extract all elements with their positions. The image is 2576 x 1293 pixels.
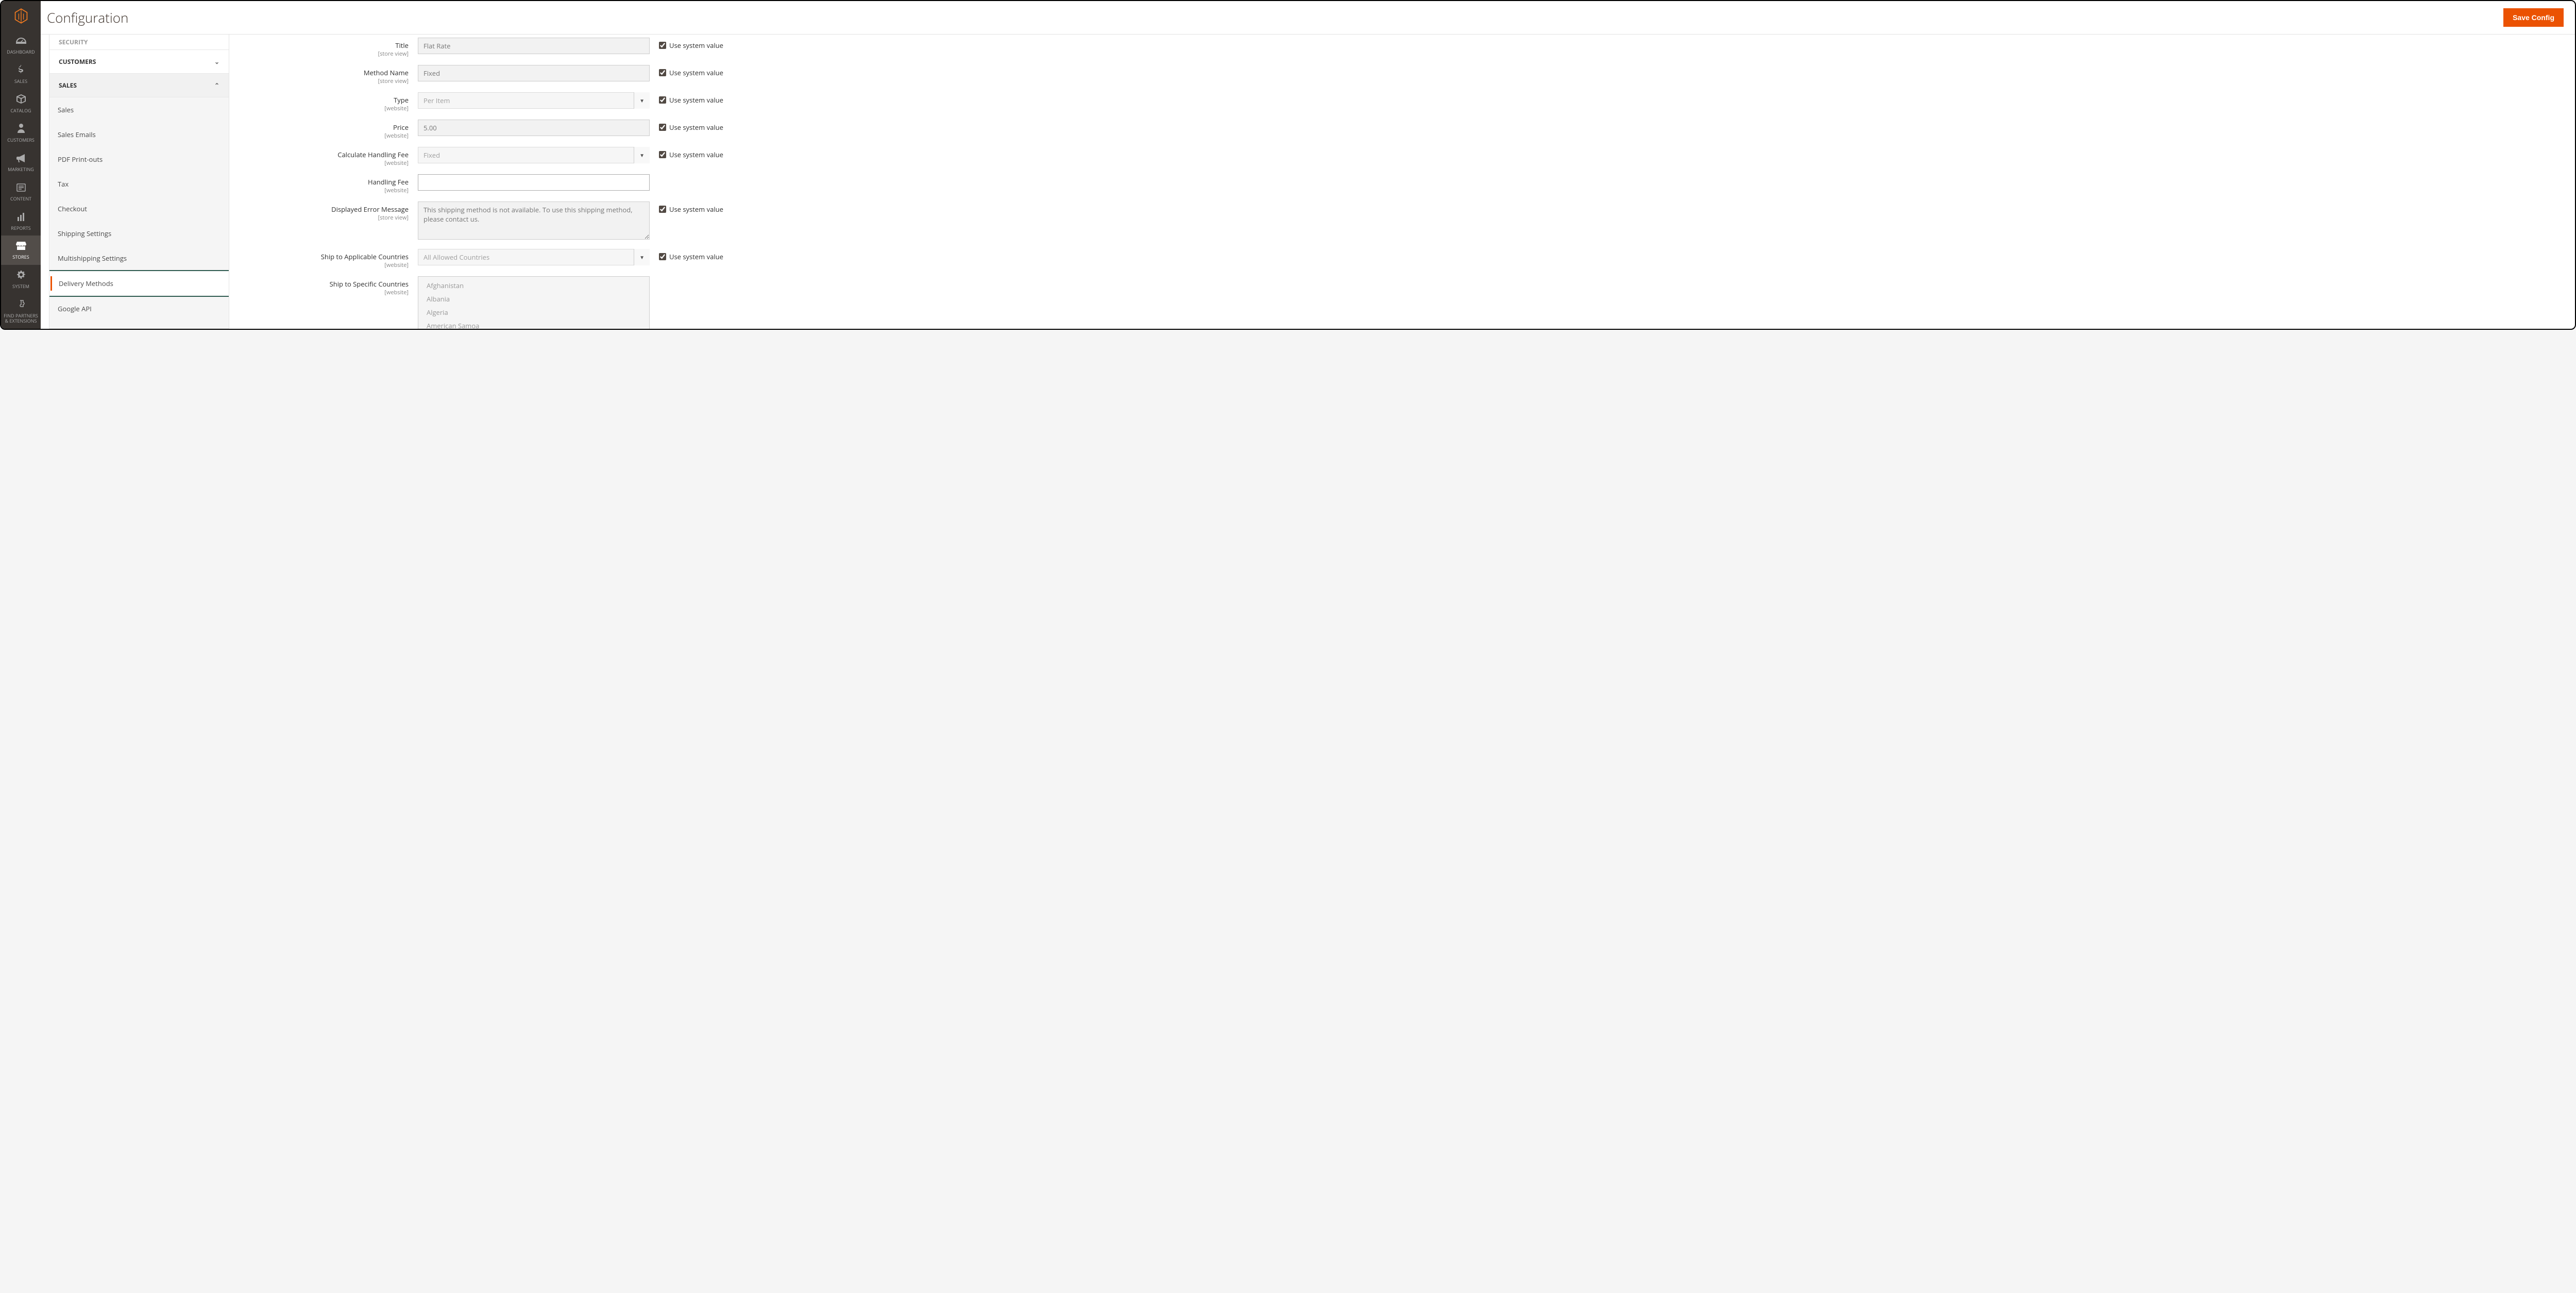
nav-item-catalog[interactable]: CATALOG [1,89,41,119]
sidebar-item-shipping-settings[interactable]: Shipping Settings [49,221,229,246]
use-system-calc-handling[interactable]: Use system value [650,147,723,159]
form-area: Title [store view] Use system value Meth… [229,35,2575,329]
gauge-icon [16,36,26,48]
use-system-method-name[interactable]: Use system value [650,65,723,77]
nav-label: FIND PARTNERS & EXTENSIONS [2,313,40,324]
field-applicable-countries: Ship to Applicable Countries [website] A… [240,249,2565,269]
magento-logo[interactable] [1,1,41,30]
field-scope: [store view] [240,50,409,58]
chevron-up-icon: ⌃ [214,81,219,90]
nav-label: DASHBOARD [7,49,35,55]
use-system-type[interactable]: Use system value [650,92,723,105]
nav-label: CONTENT [10,196,31,201]
section-security[interactable]: SECURITY [49,35,229,50]
storefront-icon [16,241,26,253]
nav-label: STORES [12,255,29,260]
nav-item-sales[interactable]: SALES [1,60,41,89]
save-config-button[interactable]: Save Config [2503,8,2564,27]
section-sales-body: SalesSales EmailsPDF Print-outsTaxChecko… [49,97,229,329]
person-icon [18,124,25,136]
nav-label: CUSTOMERS [7,138,35,143]
sidebar-item-delivery-methods[interactable]: Delivery Methods [49,270,229,297]
box-icon [16,94,26,107]
page-title: Configuration [47,8,128,27]
nav-label: CATALOG [10,108,31,113]
section-customers[interactable]: CUSTOMERS ⌄ [49,50,229,74]
sidebar-item-google-api[interactable]: Google API [49,296,229,321]
nav-label: SYSTEM [12,284,29,289]
type-select[interactable]: Per Item [418,92,650,109]
use-system-checkbox[interactable] [659,42,666,49]
price-input[interactable] [418,120,650,136]
field-calc-handling: Calculate Handling Fee [website] Fixed ▼… [240,147,2565,167]
nav-label: REPORTS [11,226,30,231]
chevron-down-icon: ⌄ [214,57,219,66]
nav-item-system[interactable]: SYSTEM [1,265,41,294]
nav-item-dashboard[interactable]: DASHBOARD [1,30,41,60]
gear-icon [16,270,26,282]
error-msg-textarea[interactable]: This shipping method is not available. T… [418,201,650,240]
page-header: Configuration Save Config [41,1,2575,35]
field-label: Title [240,41,409,50]
megaphone-icon [16,153,26,165]
nav-item-content[interactable]: CONTENT [1,177,41,207]
nav-item-reports[interactable]: REPORTS [1,207,41,236]
field-method-name: Method Name [store view] Use system valu… [240,65,2565,85]
country-option[interactable]: Afghanistan [418,279,649,292]
specific-countries-multiselect[interactable]: AfghanistanAlbaniaAlgeriaAmerican SamoaA… [418,276,650,329]
nav-label: SALES [14,79,27,84]
country-option[interactable]: Albania [418,292,649,306]
use-system-price[interactable]: Use system value [650,120,723,132]
sidebar-item-checkout[interactable]: Checkout [49,196,229,221]
field-title: Title [store view] Use system value [240,38,2565,58]
sidebar-item-multishipping-settings[interactable]: Multishipping Settings [49,246,229,271]
handling-fee-input[interactable] [418,174,650,191]
newspaper-icon [16,182,26,195]
use-system-error-msg[interactable]: Use system value [650,201,723,214]
field-error-msg: Displayed Error Message [store view] Thi… [240,201,2565,242]
sidebar-item-tax[interactable]: Tax [49,172,229,196]
title-input[interactable] [418,38,650,54]
nav-label: MARKETING [8,167,34,172]
nav-item-stores[interactable]: STORES [1,236,41,265]
nav-item-customers[interactable]: CUSTOMERS [1,119,41,148]
use-system-title[interactable]: Use system value [650,38,723,50]
country-option[interactable]: American Samoa [418,319,649,329]
method-name-input[interactable] [418,65,650,81]
section-sales[interactable]: SALES ⌃ [49,74,229,97]
config-sidebar: SECURITY CUSTOMERS ⌄ SALES ⌃ SalesSales … [49,35,229,329]
field-type: Type [website] Per Item ▼ Use system val… [240,92,2565,112]
sidebar-item-payment-methods[interactable]: Payment Methods [49,321,229,329]
puzzle-icon [16,299,26,312]
sidebar-item-sales[interactable]: Sales [49,97,229,122]
calc-handling-select[interactable]: Fixed [418,147,650,163]
barchart-icon [17,212,25,224]
admin-nav: DASHBOARD SALES CATALOG CUSTOMERS MARKETING C… [1,1,41,329]
dollar-icon [18,65,24,77]
nav-item-marketing[interactable]: MARKETING [1,148,41,177]
applicable-countries-select[interactable]: All Allowed Countries [418,249,650,265]
sidebar-item-sales-emails[interactable]: Sales Emails [49,122,229,147]
field-handling-fee: Handling Fee [website] [240,174,2565,194]
field-specific-countries: Ship to Specific Countries [website] Afg… [240,276,2565,329]
sidebar-item-pdf-print-outs[interactable]: PDF Print-outs [49,147,229,172]
field-price: Price [website] Use system value [240,120,2565,140]
nav-item-partners[interactable]: FIND PARTNERS & EXTENSIONS [1,294,41,329]
use-system-applicable-countries[interactable]: Use system value [650,249,723,261]
country-option[interactable]: Algeria [418,306,649,319]
